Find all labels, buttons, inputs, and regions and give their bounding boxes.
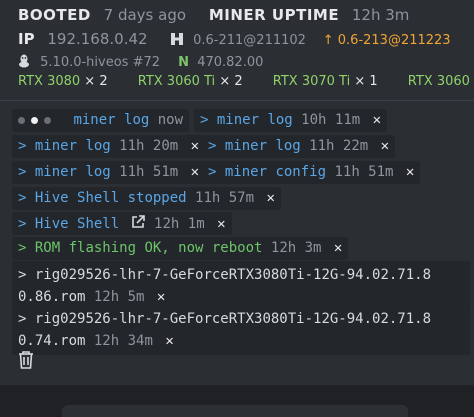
gpu-item: RTX 3060 × 1 — [407, 74, 470, 89]
gpu-list: RTX 3080 × 2 RTX 3060 Ti × 2 RTX 3070 Ti… — [18, 74, 474, 89]
linux-icon — [18, 54, 30, 72]
log-time: 11h 20m — [119, 138, 179, 154]
rom-filename: rig029526-lhr-7-GeForceRTX3080Ti-12G-94.… — [34, 311, 432, 327]
rom-filename-tail: 0.74.rom — [18, 333, 86, 349]
uptime-value: 12h 3m — [351, 6, 410, 24]
status-dot — [18, 116, 25, 124]
log-time: 12h 5m — [93, 289, 145, 305]
log-label: Hive Shell stopped — [34, 190, 187, 206]
log-time: 12h 34m — [93, 333, 153, 349]
hive-version: 0.6-211@211102 — [193, 33, 306, 48]
ip-label: IP — [18, 30, 35, 48]
log-time: 10h 11m — [301, 112, 361, 128]
hive-icon — [170, 32, 184, 50]
uptime-label: MINER UPTIME — [208, 6, 340, 24]
arrow-up-icon: ↑ — [322, 33, 334, 48]
status-dot — [31, 116, 38, 124]
close-icon[interactable]: ✕ — [191, 164, 199, 180]
log-label: miner log — [34, 138, 111, 154]
log-time: 12h 3m — [270, 240, 322, 256]
kernel-version: 5.10.0-hiveos #72 — [40, 55, 161, 70]
close-icon[interactable]: ✕ — [217, 216, 225, 232]
log-label: Hive Shell — [34, 216, 120, 232]
log-time: 11h 51m — [119, 164, 179, 180]
close-icon[interactable]: ✕ — [266, 190, 274, 206]
log-time: 12h 1m — [154, 216, 205, 232]
driver-prefix: N — [178, 55, 190, 70]
close-icon[interactable]: ✕ — [373, 112, 381, 128]
close-icon[interactable]: ✕ — [406, 164, 414, 180]
divider — [0, 100, 474, 101]
rom-filename-tail: 0.86.rom — [18, 289, 86, 305]
log-label: miner log — [216, 112, 293, 128]
rom-log-entry[interactable]: > rig029526-lhr-7-GeForceRTX3080Ti-12G-9… — [12, 305, 470, 355]
log-tag[interactable]: > ROM flashing OK, now reboot 12h 3m ✕ — [12, 237, 349, 260]
close-icon[interactable]: ✕ — [165, 333, 173, 349]
driver-version: 470.82.00 — [197, 55, 264, 70]
gpu-item: RTX 3070 Ti × 1 — [272, 74, 378, 89]
close-icon[interactable]: ✕ — [381, 138, 389, 154]
rom-log-entry[interactable]: > rig029526-lhr-7-GeForceRTX3080Ti-12G-9… — [12, 261, 470, 311]
log-tag[interactable]: > miner log 10h 11m ✕ — [194, 109, 388, 132]
status-row-boot: BOOTED 7 days ago MINER UPTIME 12h 3m — [18, 6, 409, 24]
close-icon[interactable]: ✕ — [157, 289, 165, 305]
footer-handle — [62, 405, 408, 417]
gpu-item: RTX 3080 × 2 — [18, 74, 108, 89]
log-time: 11h 51m — [334, 164, 394, 180]
log-tag[interactable]: > miner config 11h 51m ✕ — [202, 161, 421, 184]
status-row-kernel: 5.10.0-hiveos #72 N 470.82.00 — [18, 54, 263, 72]
log-tag[interactable]: > miner log 11h 51m ✕ — [12, 161, 206, 184]
booted-value: 7 days ago — [103, 6, 187, 24]
gpu-item: RTX 3060 Ti × 2 — [137, 74, 243, 89]
log-label: miner log — [34, 164, 111, 180]
upgrade-version: 0.6-213@211223 — [337, 33, 451, 48]
status-dot — [44, 116, 51, 124]
external-link-icon[interactable] — [130, 214, 146, 236]
log-label: miner log — [73, 112, 150, 128]
log-label: miner log — [224, 138, 301, 154]
log-time: 11h 22m — [309, 138, 369, 154]
trash-icon[interactable] — [17, 350, 35, 374]
rom-filename: rig029526-lhr-7-GeForceRTX3080Ti-12G-94.… — [34, 267, 432, 283]
close-icon[interactable]: ✕ — [191, 138, 199, 154]
upgrade-link[interactable]: ↑ 0.6-213@211223 — [323, 33, 451, 48]
log-tag[interactable]: > Hive Shell stopped 11h 57m ✕ — [12, 187, 281, 210]
log-tag[interactable]: > miner log 11h 22m ✕ — [202, 135, 396, 158]
log-tag[interactable]: > miner log 11h 20m ✕ — [12, 135, 206, 158]
booted-label: BOOTED — [18, 6, 91, 24]
log-time: now — [157, 112, 184, 128]
ip-value: 192.168.0.42 — [47, 30, 148, 48]
log-label: miner config — [224, 164, 327, 180]
log-tag[interactable]: > Hive Shell 12h 1m ✕ — [12, 212, 232, 235]
status-row-ip: IP 192.168.0.42 0.6-211@211102 ↑ 0.6-213… — [18, 30, 451, 50]
close-icon[interactable]: ✕ — [334, 240, 342, 256]
log-label: ROM flashing OK, now reboot — [34, 240, 263, 256]
log-time: 11h 57m — [195, 190, 255, 206]
live-miner-log[interactable]: miner log now — [12, 109, 190, 132]
